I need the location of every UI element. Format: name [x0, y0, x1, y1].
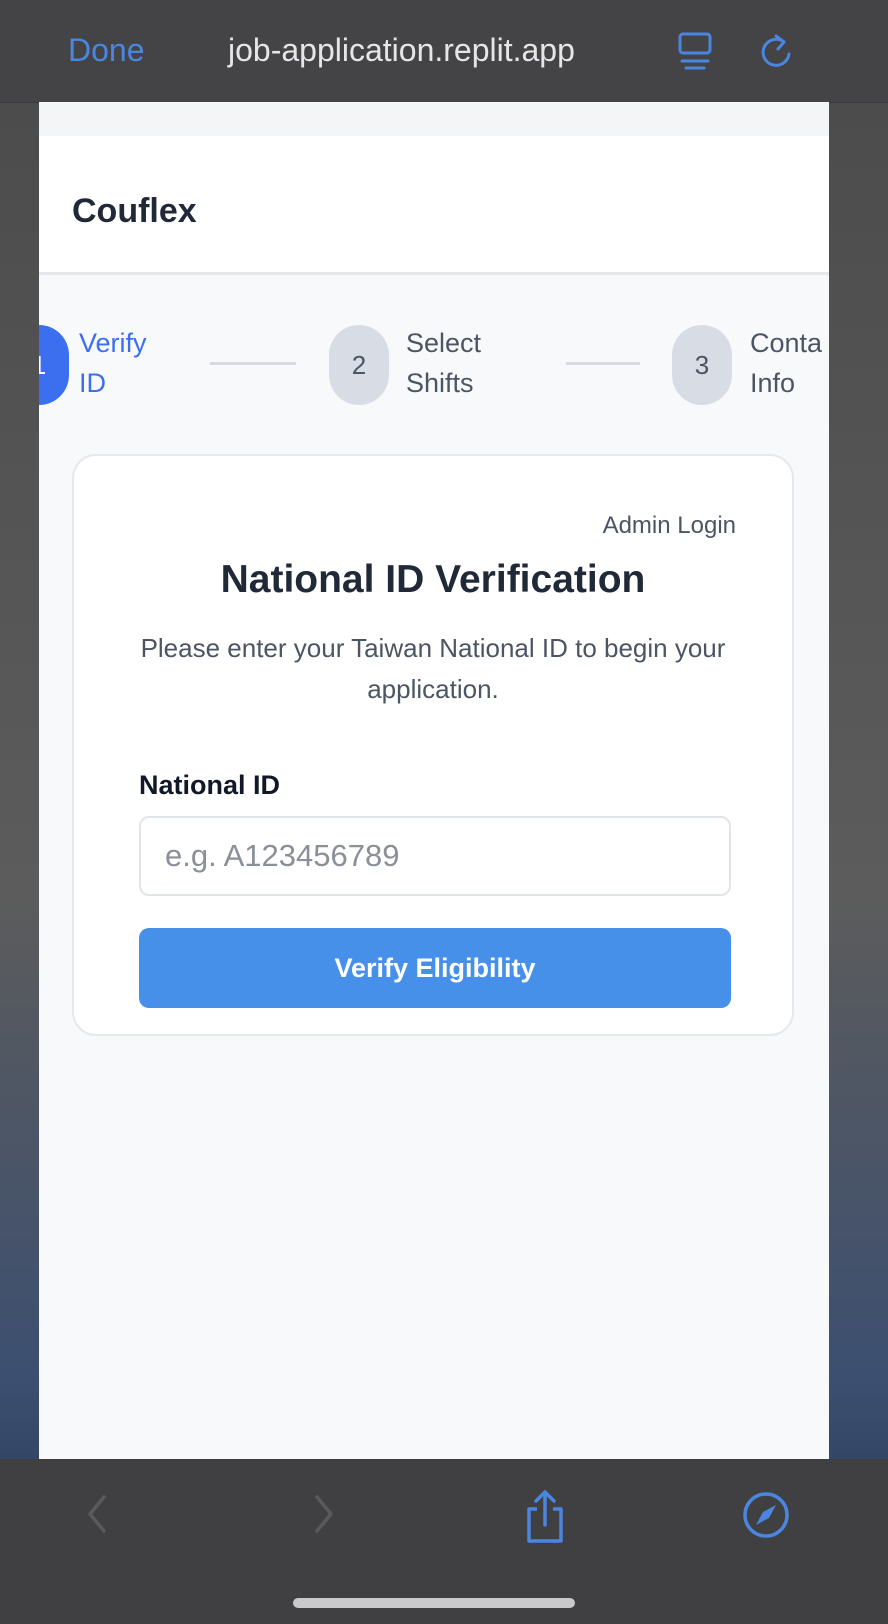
national-id-input[interactable] — [139, 816, 731, 896]
background-right — [829, 0, 888, 1624]
step-2-circle: 2 — [329, 325, 389, 405]
step-1-label-line1: Verify — [79, 328, 147, 358]
site-header: Couflex — [39, 136, 829, 275]
admin-login-link[interactable]: Admin Login — [603, 512, 736, 540]
share-icon[interactable] — [520, 1489, 570, 1550]
reader-icon[interactable] — [677, 30, 713, 77]
step-connector — [210, 362, 296, 365]
address-bar-url[interactable]: job-application.replit.app — [228, 32, 575, 69]
step-1-label: Verify ID — [79, 323, 147, 403]
back-icon[interactable] — [80, 1489, 116, 1544]
done-button[interactable]: Done — [68, 32, 145, 69]
web-content: Couflex 1 Verify ID 2 Select Shifts 3 Co… — [39, 102, 829, 1459]
compass-icon[interactable] — [740, 1489, 792, 1546]
browser-top-bar: Done job-application.replit.app — [0, 0, 888, 103]
step-3-label: Conta Info — [750, 323, 822, 403]
brand-logo[interactable]: Couflex — [72, 192, 197, 231]
home-indicator[interactable] — [293, 1598, 575, 1608]
national-id-label: National ID — [139, 770, 281, 800]
step-1-circle: 1 — [39, 325, 69, 405]
verify-eligibility-button[interactable]: Verify Eligibility — [139, 928, 731, 1008]
step-3-label-line2: Info — [750, 368, 796, 398]
background-left — [0, 0, 39, 1624]
card-title: National ID Verification — [220, 558, 646, 601]
step-2-number: 2 — [351, 349, 367, 380]
step-1-label-line2: ID — [79, 368, 106, 398]
step-3-number: 3 — [694, 349, 710, 380]
card-description: Please enter your Taiwan National ID to … — [140, 633, 726, 704]
page-top-gap — [39, 102, 829, 136]
step-2-label-line1: Select — [406, 328, 482, 358]
forward-icon[interactable] — [305, 1489, 341, 1544]
step-2-label-line2: Shifts — [406, 368, 474, 398]
reload-icon[interactable] — [758, 30, 794, 77]
step-1-number: 1 — [39, 350, 46, 381]
step-3-label-line1: Conta — [750, 328, 823, 358]
step-3-circle: 3 — [672, 325, 732, 405]
verification-card: Admin Login National ID Verification Ple… — [72, 454, 794, 1036]
step-connector — [566, 362, 640, 365]
step-2-label: Select Shifts — [406, 323, 481, 403]
